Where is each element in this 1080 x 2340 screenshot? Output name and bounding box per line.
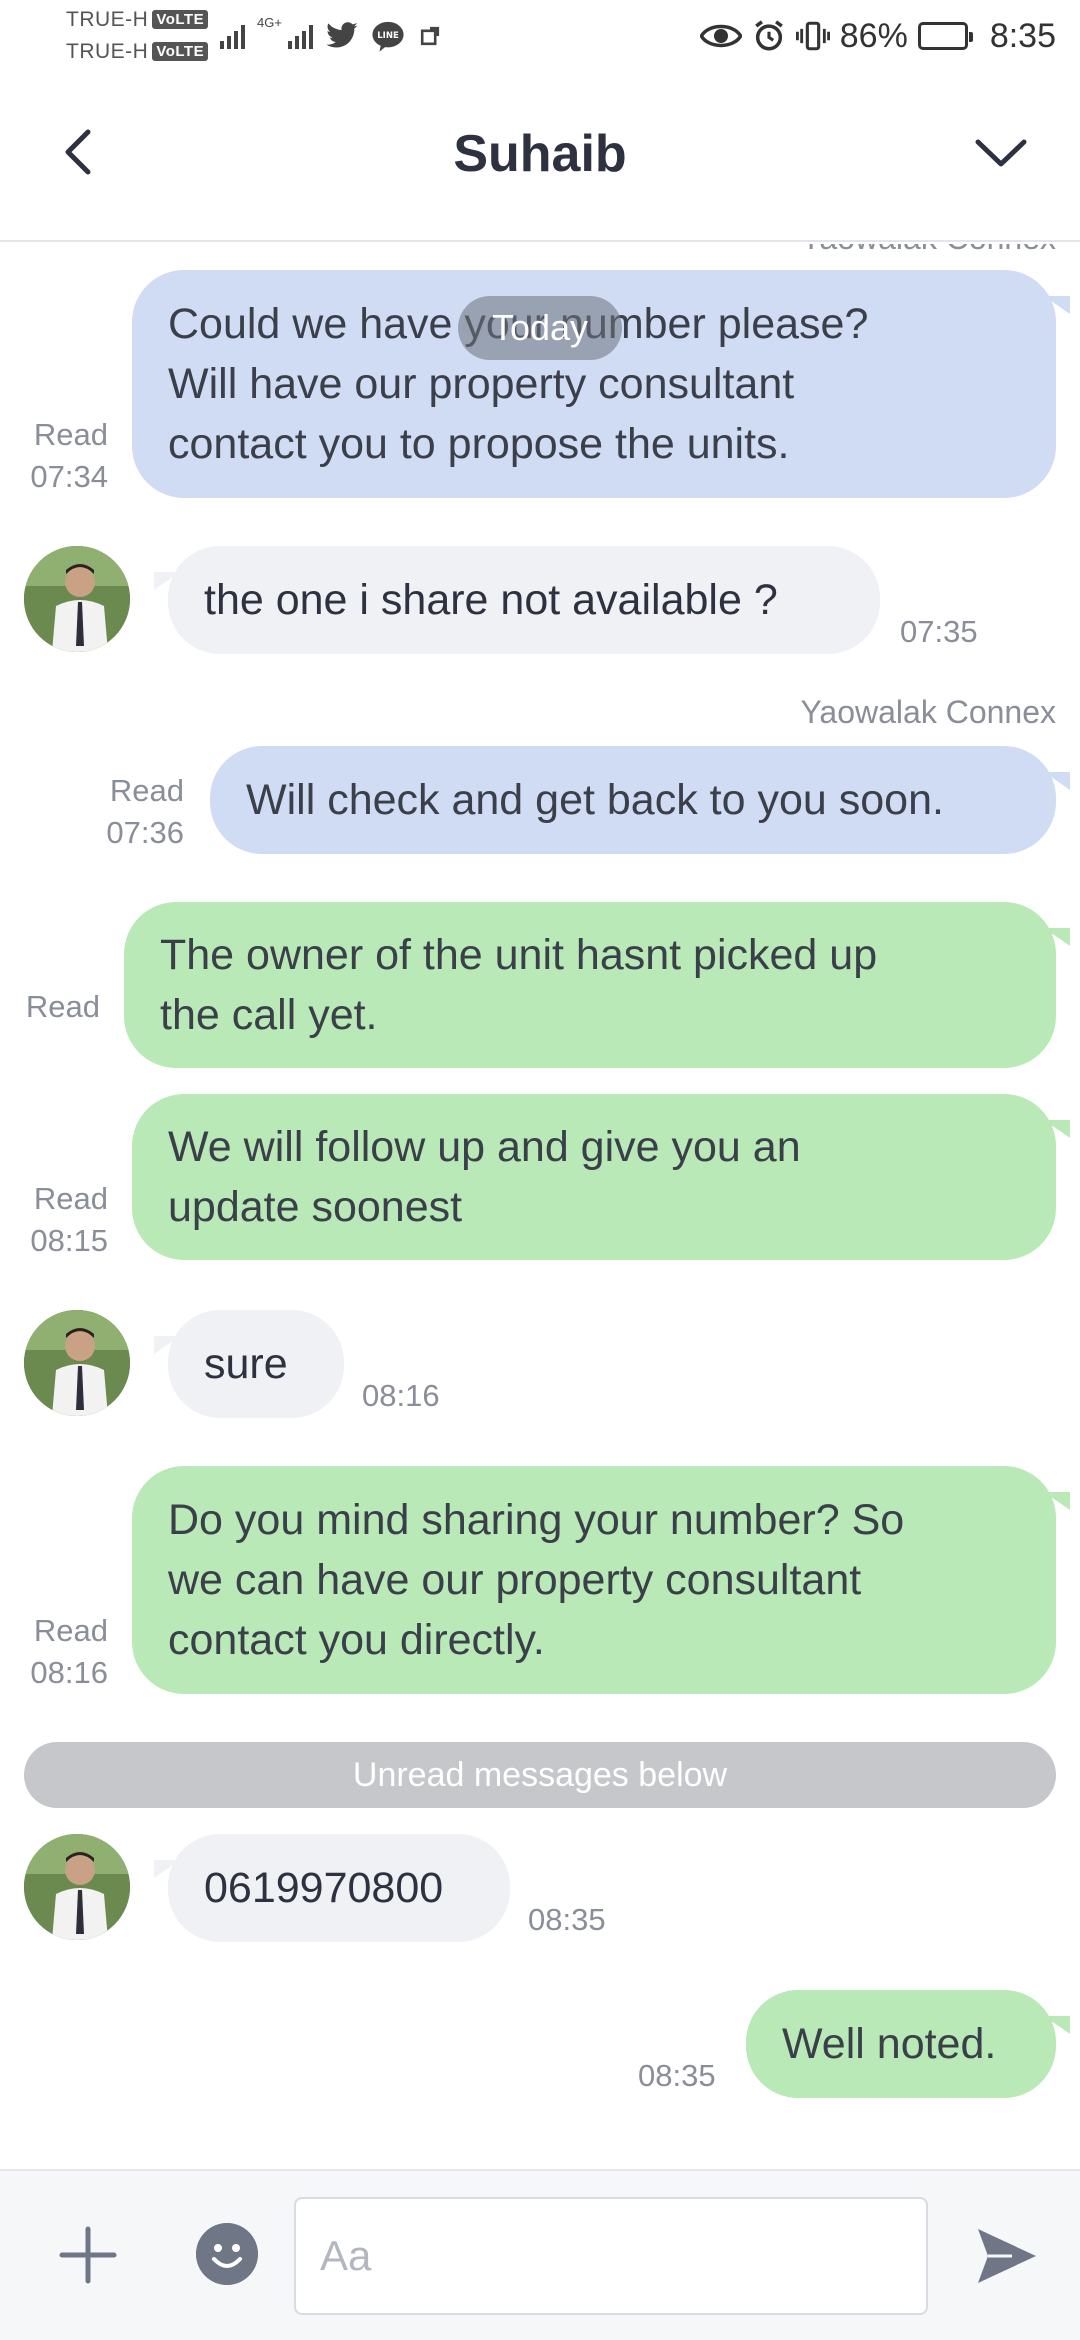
message-time: 08:16 (362, 1378, 440, 1413)
chat-title: Suhaib (453, 125, 627, 183)
date-divider: Today (458, 296, 622, 360)
message-input[interactable] (294, 2197, 928, 2315)
read-status: Read (109, 773, 184, 808)
status-icons-left: 4G+ LINE (220, 16, 443, 56)
battery-percent: 86% (839, 16, 908, 55)
eye-icon (699, 24, 742, 48)
carrier-2-name: TRUE-H (66, 40, 149, 63)
message-time: 07:36 (106, 815, 184, 850)
message-meta: Read 07:36 (74, 770, 184, 854)
send-button[interactable] (972, 2221, 1042, 2291)
avatar-photo (24, 546, 130, 652)
signal-icon (287, 23, 313, 49)
svg-text:LINE: LINE (377, 31, 399, 41)
battery-icon (917, 22, 973, 50)
message-bubble-sent[interactable]: Well noted. (746, 1990, 1070, 2098)
message-bubble-sent[interactable]: The owner of the unit hasnt picked up th… (124, 902, 1070, 1068)
add-attachment-button[interactable] (56, 2223, 120, 2287)
read-status: Read (25, 989, 100, 1024)
sender-name: Yaowalak Connex (800, 244, 1056, 257)
message-bubble-received[interactable]: the one i share not available ? (154, 546, 880, 654)
message-bubble-received[interactable]: 0619970800 (154, 1834, 510, 1942)
message-time: 07:35 (900, 614, 978, 649)
screen-share-icon (420, 26, 440, 46)
vibrate-icon (795, 21, 830, 51)
clock: 8:35 (989, 16, 1056, 55)
unread-divider: Unread messages below (24, 1742, 1056, 1808)
signal-icon (220, 23, 245, 49)
message-time: 08:16 (30, 1655, 108, 1690)
message-meta: Read 08:15 (0, 1178, 108, 1262)
status-bar: TRUE-H VoLTE TRUE-H VoLTE 4G+ LINE 86% 8:3… (0, 0, 1080, 76)
avatar-photo (24, 1834, 130, 1940)
read-status: Read (33, 417, 108, 452)
carrier-1-name: TRUE-H (66, 8, 149, 31)
message-time: 08:35 (638, 2058, 716, 2093)
read-status: Read (33, 1181, 108, 1216)
status-icons-right: 86% 8:35 (699, 14, 1056, 58)
message-time: 08:15 (30, 1223, 108, 1258)
volte-badge: VoLTE (152, 10, 209, 29)
line-app-icon: LINE (372, 21, 404, 52)
read-status: Read (33, 1613, 108, 1648)
message-bubble-sent[interactable]: Do you mind sharing your number? So we c… (132, 1466, 1070, 1694)
message-input-bar (0, 2169, 1080, 2340)
avatar[interactable] (24, 1834, 130, 1940)
message-meta: Read (0, 986, 100, 1028)
network-type: 4G+ (257, 15, 282, 30)
sender-name: Yaowalak Connex (800, 694, 1056, 730)
avatar[interactable] (24, 1310, 130, 1416)
volte-badge: VoLTE (152, 42, 209, 61)
message-bubble-sent[interactable]: We will follow up and give you an update… (132, 1094, 1070, 1260)
message-bubble-sent[interactable]: Will check and get back to you soon. (210, 746, 1070, 854)
message-bubble-received[interactable]: sure (154, 1310, 344, 1418)
message-meta: Read 08:16 (0, 1610, 108, 1694)
emoji-button[interactable] (196, 2223, 258, 2285)
message-time: 07:34 (30, 459, 108, 494)
chat-area[interactable]: Yaowalak Connex Could we have your numbe… (0, 244, 1080, 2169)
twitter-icon (326, 22, 358, 48)
carrier-1: TRUE-H VoLTE (66, 8, 209, 32)
alarm-icon (754, 20, 783, 51)
carrier-2: TRUE-H VoLTE (66, 40, 209, 64)
avatar[interactable] (24, 546, 130, 652)
chevron-down-icon[interactable] (966, 122, 1036, 182)
chat-header: Suhaib (0, 76, 1080, 242)
message-time: 08:35 (528, 1902, 606, 1937)
avatar-photo (24, 1310, 130, 1416)
message-meta: Read 07:34 (0, 414, 108, 498)
